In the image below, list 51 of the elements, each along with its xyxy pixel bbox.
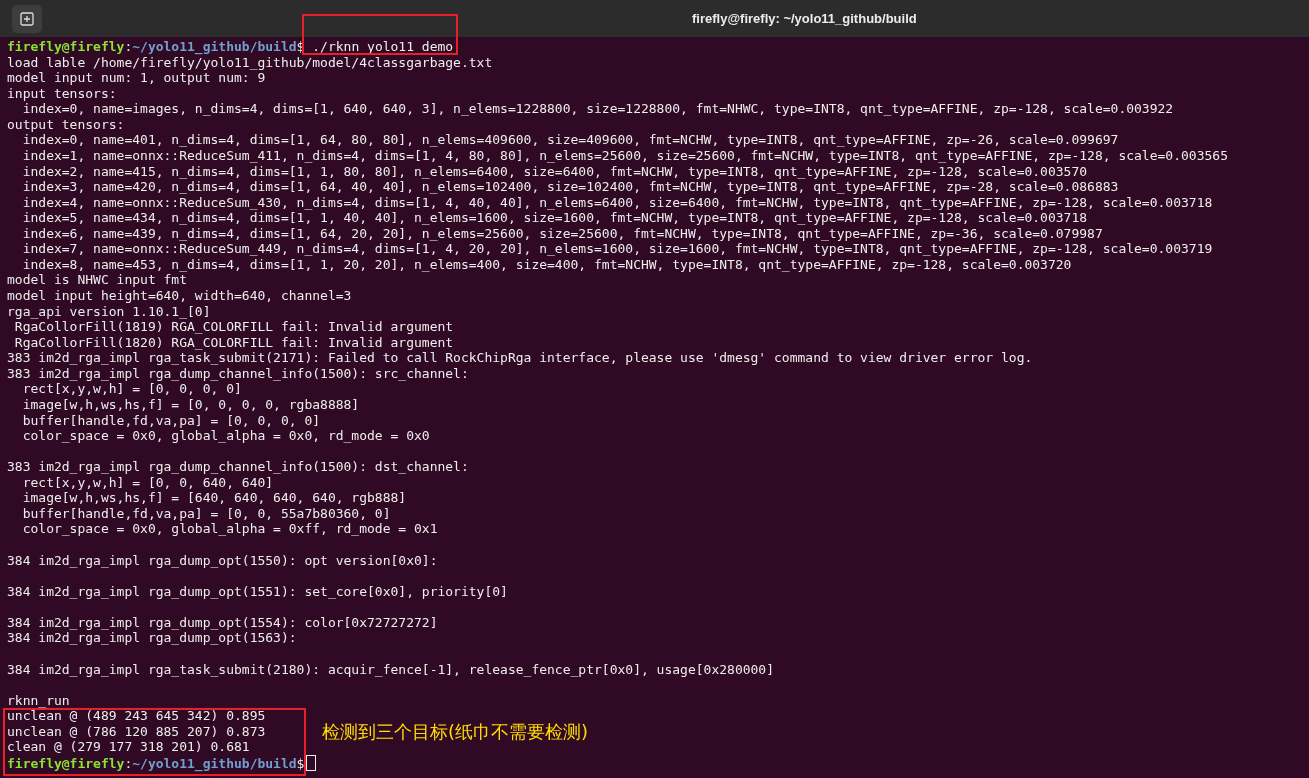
prompt-symbol: $ (296, 755, 305, 771)
new-tab-icon (20, 11, 34, 26)
output-line: index=6, name=439, n_dims=4, dims=[1, 64, 20, 20], n_elems=25600, size=25600, fmt=NCHW, type=INT8, qnt_type=AFFINE, zp=-36, scale=0.079987 (21, 225, 1103, 241)
output-line: RgaCollorFill(1819) RGA_COLORFILL fail: Invalid argument (13, 319, 454, 335)
prompt-path: ~/yolo11_github/build (132, 755, 297, 771)
output-line: 383 im2d_rga_impl rga_dump_channel_info(1500): src_channel: (7, 365, 469, 381)
output-line: image[w,h,ws,hs,f] = [640, 640, 640, 640, rgb888] (21, 490, 407, 506)
window-title: firefly@firefly: ~/yolo11_github/build (692, 11, 917, 26)
prompt-user: firefly@firefly (7, 39, 125, 54)
output-line: rect[x,y,w,h] = [0, 0, 640, 640] (21, 474, 274, 490)
output-line: load lable /home/firefly/yolo11_github/model/4classgarbage.txt (7, 54, 493, 70)
output-line: unclean @ (489 243 645 342) 0.895 (7, 708, 266, 724)
prompt-user: firefly@firefly (7, 755, 125, 771)
output-line: model is NHWC input fmt (7, 272, 187, 288)
output-line: index=2, name=415, n_dims=4, dims=[1, 1, 80, 80], n_elems=6400, size=6400, fmt=NCHW, type=INT8, qnt_type=AFFINE, zp=-128, scale=0.003570 (21, 163, 1088, 179)
output-line: index=7, name=onnx::ReduceSum_449, n_dims=4, dims=[1, 4, 20, 20], n_elems=1600, size=1600, fmt=NCHW, type=INT8, qnt_type=AFFINE, zp=-128, scale=0.003719 (21, 241, 1213, 257)
output-line: index=8, name=453, n_dims=4, dims=[1, 1, 20, 20], n_elems=400, size=400, fmt=NCHW, type=INT8, qnt_type=AFFINE, zp=-128, scale=0.003720 (21, 256, 1072, 272)
output-line: 384 im2d_rga_impl rga_dump_opt(1554): color[0x72727272] (7, 614, 438, 630)
output-line: rga_api version 1.10.1_[0] (7, 303, 211, 319)
output-line: RgaCollorFill(1820) RGA_COLORFILL fail: Invalid argument (13, 334, 454, 350)
output-line: color_space = 0x0, global_alpha = 0x0, rd_mode = 0x0 (21, 428, 430, 444)
output-line: buffer[handle,fd,va,pa] = [0, 0, 55a7b80360, 0] (21, 505, 391, 521)
output-line: 384 im2d_rga_impl rga_dump_opt(1563): (7, 630, 297, 646)
output-line: clean @ (279 177 318 201) 0.681 (7, 739, 250, 755)
annotation-text: 检测到三个目标(纸巾不需要检测) (322, 720, 589, 745)
prompt-path: ~/yolo11_github/build (132, 39, 297, 54)
output-line: input tensors: (7, 85, 117, 101)
output-line: model input height=640, width=640, channel=3 (7, 288, 352, 303)
output-line: index=4, name=onnx::ReduceSum_430, n_dims=4, dims=[1, 4, 40, 40], n_elems=6400, size=6400, fmt=NCHW, type=INT8, qnt_type=AFFINE, zp=-128, scale=0.003718 (21, 194, 1213, 210)
prompt-separator: : (124, 755, 133, 771)
output-line: model input num: 1, output num: 9 (7, 70, 266, 86)
output-line: output tensors: (7, 116, 125, 132)
new-tab-button[interactable] (12, 4, 42, 33)
output-line: index=5, name=434, n_dims=4, dims=[1, 1, 40, 40], n_elems=1600, size=1600, fmt=NCHW, type=INT8, qnt_type=AFFINE, zp=-128, scale=0.003718 (21, 210, 1088, 226)
output-line: 383 im2d_rga_impl rga_task_submit(2171): Failed to call RockChipRga interface, please use 'dmesg' command to view driver error log. (7, 350, 1033, 366)
output-line: image[w,h,ws,hs,f] = [0, 0, 0, 0, rgba8888] (21, 396, 360, 412)
command-text: ./rknn_yolo11_demo (311, 39, 454, 54)
output-line: rknn_run (7, 692, 70, 708)
output-line: unclean @ (786 120 885 207) 0.873 (7, 723, 266, 739)
output-line: index=3, name=420, n_dims=4, dims=[1, 64, 40, 40], n_elems=102400, size=102400, fmt=NCHW, type=INT8, qnt_type=AFFINE, zp=-28, scale=0.086883 (21, 179, 1119, 195)
output-line: index=1, name=onnx::ReduceSum_411, n_dims=4, dims=[1, 4, 80, 80], n_elems=25600, size=25600, fmt=NCHW, type=INT8, qnt_type=AFFINE, zp=-128, scale=0.003565 (21, 147, 1228, 163)
output-line: color_space = 0x0, global_alpha = 0xff, rd_mode = 0x1 (21, 521, 438, 537)
output-line: index=0, name=401, n_dims=4, dims=[1, 64, 80, 80], n_elems=409600, size=409600, fmt=NCHW, type=INT8, qnt_type=AFFINE, zp=-26, scale=0.099697 (21, 132, 1119, 148)
output-line: 384 im2d_rga_impl rga_task_submit(2180): acquir_fence[-1], release_fence_ptr[0x0], usage[0x280000] (7, 661, 774, 677)
prompt-separator: : (124, 39, 133, 54)
output-line: rect[x,y,w,h] = [0, 0, 0, 0] (21, 381, 242, 397)
output-line: index=0, name=images, n_dims=4, dims=[1, 640, 640, 3], n_elems=1228800, size=1228800, fmt=NHWC, type=INT8, qnt_type=AFFINE, zp=-128, scale=0.003922 (21, 101, 1174, 117)
output-line: 384 im2d_rga_impl rga_dump_opt(1550): opt version[0x0]: (7, 552, 438, 568)
output-line: 384 im2d_rga_impl rga_dump_opt(1551): set_core[0x0], priority[0] (7, 583, 508, 599)
output-line: buffer[handle,fd,va,pa] = [0, 0, 0, 0] (21, 412, 321, 428)
output-line: 383 im2d_rga_impl rga_dump_channel_info(1500): dst_channel: (7, 459, 469, 475)
